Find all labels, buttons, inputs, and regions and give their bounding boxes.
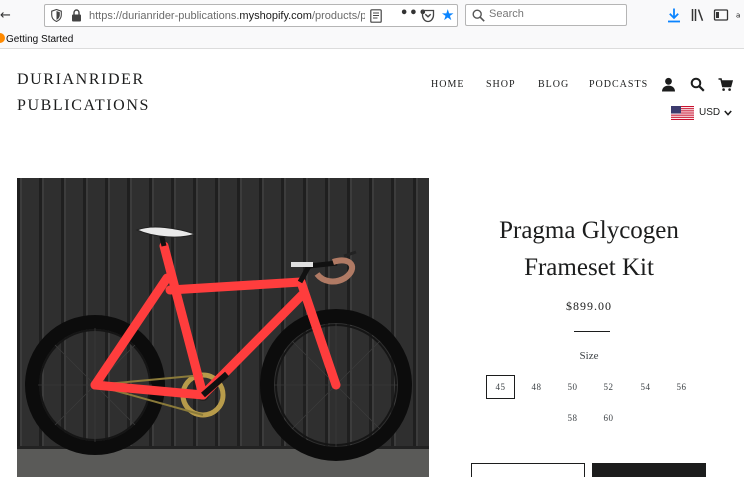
logo-line-1: DURIANRIDER [17,71,145,88]
sidebar-icon[interactable] [713,7,729,23]
cart-icon[interactable] [718,77,733,92]
url-host: myshopify.com [239,10,312,22]
nav-blog[interactable]: BLOG [538,79,569,90]
url-suffix: /products/pragma-glycogen-frameset-kit [311,10,365,22]
lock-icon[interactable] [71,9,82,22]
download-icon[interactable] [666,7,682,23]
size-option-58[interactable]: 58 [558,406,587,430]
size-option-56[interactable]: 56 [667,375,696,399]
browser-search-box[interactable] [465,4,627,26]
us-flag-icon [671,106,694,120]
size-option-60[interactable]: 60 [594,406,623,430]
address-bar[interactable]: https://durianrider-publications.myshopi… [44,4,458,27]
size-option-50[interactable]: 50 [558,375,587,399]
product-price: $899.00 [566,299,612,313]
bookmarks-toolbar: Getting Started [0,32,744,49]
url-text[interactable]: https://durianrider-publications.myshopi… [89,9,365,23]
logo-line-2: PUBLICATIONS [17,97,150,114]
search-icon[interactable] [690,77,705,92]
firefox-icon [0,33,5,43]
browser-toolbar: ← https://durianrider-publications.mysho… [0,0,744,32]
bookmark-item[interactable]: Getting Started [0,33,73,47]
buy-now-button[interactable] [592,463,706,477]
divider [574,331,610,332]
size-label: Size [579,350,599,362]
nav-podcasts[interactable]: PODCASTS [589,79,648,90]
back-icon[interactable]: ← [0,8,11,24]
product-title: Pragma Glycogen Frameset Kit [499,217,679,281]
size-option-45[interactable]: 45 [486,375,515,399]
bookmark-label: Getting Started [6,34,74,45]
library-icon[interactable] [690,7,706,23]
size-option-52[interactable]: 52 [594,375,623,399]
browser-search-input[interactable] [489,8,619,20]
size-option-54[interactable]: 54 [631,375,660,399]
pocket-icon[interactable] [421,9,435,23]
search-icon [472,9,485,22]
size-option-48[interactable]: 48 [522,375,551,399]
svg-text:a: a [736,12,740,20]
url-prefix: https://durianrider-publications. [89,10,240,22]
nav-home[interactable]: HOME [431,79,464,90]
chevron-down-icon [724,110,732,116]
reader-view-icon[interactable] [370,9,382,23]
account-icon[interactable] [661,77,676,92]
add-to-cart-button[interactable] [471,463,585,477]
amazon-icon[interactable]: a [736,7,744,23]
bookmark-star-icon[interactable]: ★ [441,7,454,23]
currency-code: USD [699,107,721,118]
tracking-shield-icon[interactable] [51,9,62,22]
store-logo[interactable]: DURIANRIDER PUBLICATIONS [17,67,187,119]
nav-shop[interactable]: SHOP [486,79,516,90]
product-image[interactable] [17,178,429,477]
